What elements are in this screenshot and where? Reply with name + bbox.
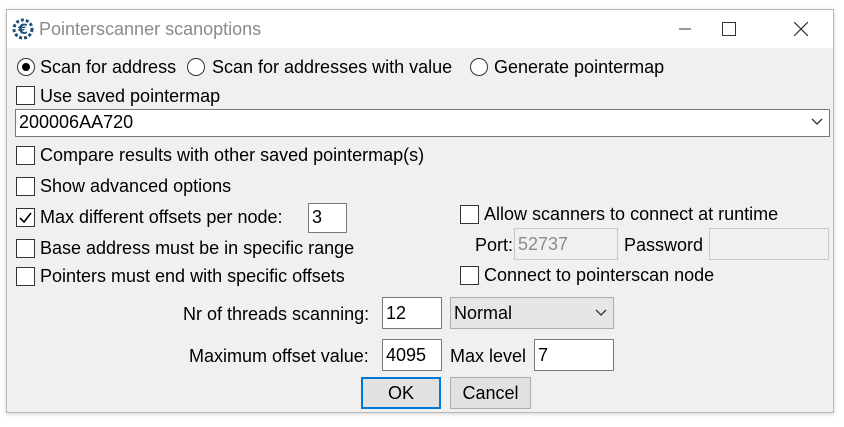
minimize-icon [679, 28, 691, 30]
window-title: Pointerscanner scanoptions [39, 19, 262, 39]
radio-scan-for-address-label[interactable]: Scan for address [40, 56, 176, 78]
password-input[interactable] [709, 228, 829, 260]
close-button[interactable] [771, 10, 831, 48]
chevron-down-icon [595, 309, 607, 316]
radio-generate-pointermap[interactable] [470, 58, 488, 76]
radio-selected-dot [22, 63, 30, 71]
port-input[interactable]: 52737 [514, 228, 618, 260]
max-offset-label: Maximum offset value: [189, 346, 369, 366]
cancel-button[interactable]: Cancel [450, 377, 531, 409]
password-label: Password [624, 235, 704, 255]
thread-priority-combo[interactable]: Normal [450, 297, 614, 329]
max-offsets-label[interactable]: Max different offsets per node: [40, 206, 282, 228]
show-advanced-label[interactable]: Show advanced options [40, 175, 231, 197]
max-offsets-checkbox[interactable] [16, 208, 35, 227]
radio-scan-for-addresses-with-value-label[interactable]: Scan for addresses with value [212, 56, 452, 78]
radio-scan-for-addresses-with-value[interactable] [187, 58, 205, 76]
compare-results-label[interactable]: Compare results with other saved pointer… [40, 144, 424, 166]
pointermap-address-combo[interactable]: 200006AA720 [15, 109, 830, 137]
compare-results-checkbox[interactable] [16, 146, 35, 165]
connect-node-checkbox[interactable] [460, 266, 479, 285]
pointers-end-offsets-label[interactable]: Pointers must end with specific offsets [40, 265, 345, 287]
maximize-icon [722, 22, 736, 36]
use-saved-pointermap-checkbox[interactable] [16, 86, 35, 105]
use-saved-pointermap-label[interactable]: Use saved pointermap [40, 85, 220, 107]
ok-button[interactable]: OK [361, 377, 441, 409]
connect-node-label[interactable]: Connect to pointerscan node [484, 264, 714, 286]
pointers-end-offsets-checkbox[interactable] [16, 267, 35, 286]
threads-input[interactable]: 12 [382, 297, 442, 329]
cheat-engine-icon: € [12, 18, 34, 40]
max-offsets-input[interactable]: 3 [308, 203, 347, 233]
port-label: Port: [475, 235, 514, 255]
title-bar[interactable]: € Pointerscanner scanoptions [7, 10, 833, 48]
svg-text:€: € [17, 22, 28, 38]
close-icon [794, 22, 808, 36]
pointermap-address-value: 200006AA720 [19, 112, 134, 132]
chevron-down-icon [811, 118, 823, 125]
max-level-label: Max level [450, 346, 527, 366]
checkmark-icon [19, 212, 32, 224]
base-address-range-label[interactable]: Base address must be in specific range [40, 237, 354, 259]
max-level-input[interactable]: 7 [534, 339, 614, 371]
allow-connect-label[interactable]: Allow scanners to connect at runtime [484, 203, 778, 225]
allow-connect-checkbox[interactable] [460, 205, 479, 224]
max-offset-input[interactable]: 4095 [382, 339, 442, 371]
scanoptions-window: € Pointerscanner scanoptions Scan for ad… [6, 9, 834, 413]
threads-label: Nr of threads scanning: [183, 304, 370, 324]
radio-generate-pointermap-label[interactable]: Generate pointermap [494, 56, 664, 78]
radio-scan-for-address[interactable] [17, 58, 35, 76]
maximize-button[interactable] [699, 10, 759, 48]
thread-priority-value: Normal [454, 303, 513, 323]
show-advanced-checkbox[interactable] [16, 177, 35, 196]
base-address-range-checkbox[interactable] [16, 239, 35, 258]
